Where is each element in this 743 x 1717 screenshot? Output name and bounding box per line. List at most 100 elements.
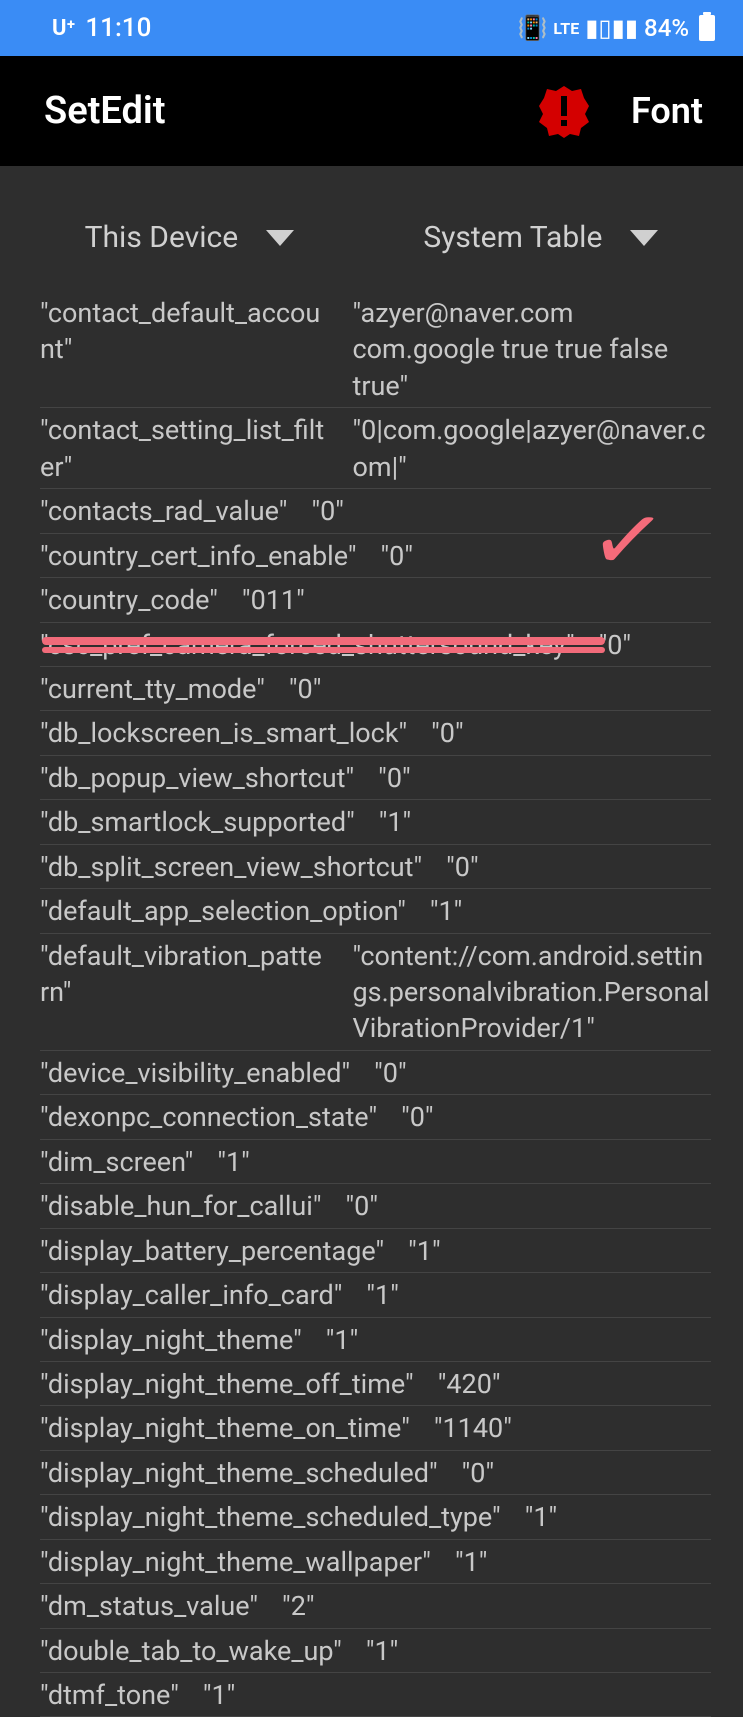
setting-value: "1" (366, 1277, 398, 1313)
setting-value: "0" (462, 1455, 494, 1491)
table-dropdown[interactable]: System Table (423, 220, 658, 255)
table-row[interactable]: "dim_screen" "1" (40, 1140, 711, 1184)
table-row[interactable]: "contact_default_account" "azyer@naver.co… (40, 291, 711, 408)
setting-key: "contact_default_account" (40, 295, 329, 368)
table-row[interactable]: "default_vibration_pattern" "content://co… (40, 934, 711, 1051)
table-row[interactable]: "contact_setting_list_filter" "0|com.goog… (40, 408, 711, 489)
setting-value: "0" (599, 627, 631, 663)
setting-key: "display_night_theme_on_time" (40, 1410, 410, 1446)
setting-value: "420" (438, 1366, 501, 1402)
setting-key: "default_vibration_pattern" (40, 938, 329, 1011)
setting-key: "disable_hun_for_callui" (40, 1188, 322, 1224)
setting-value: "0" (289, 671, 321, 707)
setting-value: "1" (408, 1233, 440, 1269)
battery-icon (699, 15, 715, 41)
dropdown-row: This Device System Table (0, 166, 743, 291)
table-row[interactable]: "display_caller_info_card" "1" (40, 1273, 711, 1317)
setting-key: "db_lockscreen_is_smart_lock" (40, 715, 407, 751)
setting-value: "azyer@naver.com com.google true true fa… (353, 295, 711, 404)
table-row[interactable]: "csc_pref_camera_forced_shuttersound_key… (40, 623, 711, 667)
vibrate-icon: 📳 (518, 14, 548, 42)
setting-value: "0" (346, 1188, 378, 1224)
table-dropdown-label: System Table (423, 220, 602, 255)
setting-value: "011" (242, 582, 305, 618)
setting-key: "display_night_theme_scheduled" (40, 1455, 438, 1491)
setting-key: "country_cert_info_enable" (40, 538, 357, 574)
clock: 11:10 (85, 13, 151, 43)
table-row[interactable]: "db_split_screen_view_shortcut""0" (40, 845, 711, 889)
setting-key: "contact_setting_list_filter" (40, 412, 329, 485)
setting-value: "0" (431, 715, 463, 751)
setting-value: "0" (401, 1099, 433, 1135)
setting-key: "display_night_theme" (40, 1322, 302, 1358)
setting-value: "1" (217, 1144, 249, 1180)
setting-key: "display_caller_info_card" (40, 1277, 342, 1313)
setting-key: "dtmf_tone" (40, 1677, 179, 1713)
table-row[interactable]: "current_tty_mode" "0" (40, 667, 711, 711)
table-row[interactable]: "db_smartlock_supported" "1" (40, 800, 711, 844)
signal-icon: ▮▯▮▮ (585, 14, 638, 42)
setting-value: "0" (374, 1055, 406, 1091)
setting-value: "2" (282, 1588, 314, 1624)
setting-value: "0" (378, 760, 410, 796)
setting-value: "1" (455, 1544, 487, 1580)
font-button[interactable]: Font (631, 90, 703, 132)
table-row[interactable]: "contacts_rad_value" "0" (40, 489, 711, 533)
setting-key: "dim_screen" (40, 1144, 193, 1180)
setting-key: "device_visibility_enabled" (40, 1055, 350, 1091)
setting-value: "1" (203, 1677, 235, 1713)
setting-key: "dm_status_value" (40, 1588, 258, 1624)
alert-badge-icon[interactable] (537, 84, 591, 138)
setting-value: "0" (311, 493, 343, 529)
setting-value: "1" (525, 1499, 557, 1535)
table-row[interactable]: "db_lockscreen_is_smart_lock" "0" (40, 711, 711, 755)
setting-value: "1" (430, 893, 462, 929)
table-row[interactable]: "db_popup_view_shortcut" "0" (40, 756, 711, 800)
setting-key: "display_night_theme_scheduled_type" (40, 1499, 501, 1535)
table-row[interactable]: "disable_hun_for_callui" "0" (40, 1184, 711, 1228)
setting-value: "content://com.android.settings.personal… (353, 938, 711, 1047)
setting-key: "contacts_rad_value" (40, 493, 287, 529)
carrier-label: U⁺ (52, 16, 75, 41)
setting-key: "display_night_theme_wallpaper" (40, 1544, 431, 1580)
chevron-down-icon (266, 230, 294, 246)
table-row[interactable]: "display_night_theme_off_time""420" (40, 1362, 711, 1406)
chevron-down-icon (630, 230, 658, 246)
device-dropdown[interactable]: This Device (85, 220, 295, 255)
table-row[interactable]: "country_cert_info_enable" "0" (40, 534, 711, 578)
setting-key: "dexonpc_connection_state" (40, 1099, 377, 1135)
setting-key: "country_code" (40, 582, 218, 618)
setting-key: "db_smartlock_supported" (40, 804, 355, 840)
setting-value: "1140" (434, 1410, 512, 1446)
table-row[interactable]: "default_app_selection_option" "1" (40, 889, 711, 933)
settings-table[interactable]: "contact_default_account" "azyer@naver.co… (0, 291, 743, 1717)
app-bar-actions: Font (537, 84, 703, 138)
setting-key: "db_popup_view_shortcut" (40, 760, 354, 796)
setting-value: "0" (446, 849, 478, 885)
table-row[interactable]: "dm_status_value" "2" (40, 1584, 711, 1628)
setting-key: "default_app_selection_option" (40, 893, 406, 929)
status-left: U⁺ 11:10 (52, 13, 151, 43)
app-title: SetEdit (44, 89, 166, 133)
setting-key: "display_battery_percentage" (40, 1233, 384, 1269)
table-row[interactable]: "display_night_theme_wallpaper" "1" (40, 1540, 711, 1584)
table-row[interactable]: "dexonpc_connection_state" "0" (40, 1095, 711, 1139)
table-row[interactable]: "display_battery_percentage" "1" (40, 1229, 711, 1273)
setting-value: "1" (326, 1322, 358, 1358)
status-bar: U⁺ 11:10 📳 LTE ▮▯▮▮ 84% (0, 0, 743, 56)
status-right: 📳 LTE ▮▯▮▮ 84% (518, 14, 715, 42)
table-row[interactable]: "display_night_theme_scheduled" "0" (40, 1451, 711, 1495)
setting-value: "1" (379, 804, 411, 840)
device-dropdown-label: This Device (85, 220, 239, 255)
table-row[interactable]: "display_night_theme_on_time" "1140" (40, 1406, 711, 1450)
table-row[interactable]: "display_night_theme" "1" (40, 1318, 711, 1362)
table-row[interactable]: "country_code" "011" (40, 578, 711, 622)
setting-key: "csc_pref_camera_forced_shuttersound_key… (40, 627, 575, 663)
table-row[interactable]: "dtmf_tone" "1" (40, 1673, 711, 1717)
table-row[interactable]: "display_night_theme_scheduled_type" "1" (40, 1495, 711, 1539)
setting-key: "current_tty_mode" (40, 671, 265, 707)
setting-value: "0|com.google|azyer@naver.com|" (353, 412, 711, 485)
table-row[interactable]: "device_visibility_enabled" "0" (40, 1051, 711, 1095)
app-bar: SetEdit Font (0, 56, 743, 166)
setting-value: "0" (381, 538, 413, 574)
